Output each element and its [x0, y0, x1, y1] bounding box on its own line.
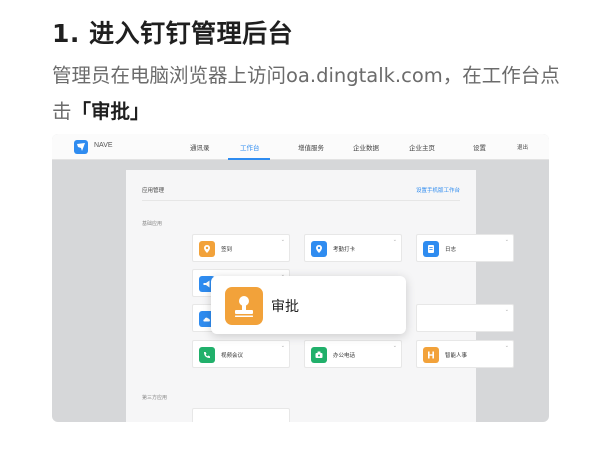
location-pin-icon	[311, 241, 327, 257]
section-third-party-apps: 第三方应用	[142, 395, 168, 401]
panel-title: 应用管理	[142, 188, 165, 194]
nav-enterprise-data[interactable]: 企业数据	[353, 142, 379, 152]
hr-icon	[423, 347, 439, 363]
app-card-label: 办公电话	[333, 353, 356, 359]
chevron-down-icon[interactable]: ⌄	[281, 237, 285, 243]
chevron-down-icon[interactable]: ⌄	[393, 237, 397, 243]
chevron-down-icon[interactable]: ⌄	[505, 343, 509, 349]
app-card-checkin[interactable]: 签到 ⌄	[192, 234, 290, 262]
app-card-attendance[interactable]: 考勤打卡 ⌄	[304, 234, 402, 262]
app-card-partial[interactable]: ⌄	[416, 304, 514, 332]
video-call-icon	[199, 347, 215, 363]
panel-divider	[142, 200, 460, 201]
nav-value-added[interactable]: 增值服务	[298, 142, 324, 152]
nav-enterprise-home[interactable]: 企业主页	[409, 142, 435, 152]
admin-top-nav: NAVE 通讯录 工作台 增值服务 企业数据 企业主页 设置 退出	[52, 134, 549, 160]
dingtalk-logo-icon	[74, 140, 88, 154]
chevron-down-icon[interactable]: ⌄	[505, 307, 509, 313]
nav-logout[interactable]: 退出	[517, 143, 528, 151]
approval-app-label: 审批	[271, 299, 299, 315]
app-card-label: 视频会议	[221, 353, 244, 359]
app-card-label: 签到	[221, 247, 233, 253]
app-card-log[interactable]: 日志 ⌄	[416, 234, 514, 262]
app-card-office-phone[interactable]: 办公电话 ⌄	[304, 340, 402, 368]
tutorial-step-description: 管理员在电脑浏览器上访问oa.dingtalk.com，在工作台点击「审批」	[52, 58, 572, 130]
nav-settings[interactable]: 设置	[473, 142, 486, 152]
mobile-workbench-settings-link[interactable]: 设置手机版工作台	[416, 186, 460, 194]
chevron-down-icon[interactable]: ⌄	[505, 237, 509, 243]
section-basic-apps: 基础应用	[142, 221, 163, 227]
location-pin-icon	[199, 241, 215, 257]
app-card-video-meeting[interactable]: 视频会议 ⌄	[192, 340, 290, 368]
approval-stamp-icon	[225, 287, 263, 325]
company-name: NAVE	[94, 142, 113, 149]
approval-app-popup[interactable]: 审批	[211, 276, 406, 334]
description-highlight: 「审批」	[71, 100, 150, 123]
chevron-down-icon[interactable]: ⌄	[393, 343, 397, 349]
nav-active-indicator	[228, 158, 270, 160]
tutorial-step-title: 1. 进入钉钉管理后台	[52, 19, 294, 48]
chevron-down-icon[interactable]: ⌄	[281, 343, 285, 349]
app-card-label: 日志	[445, 247, 457, 253]
nav-workbench[interactable]: 工作台	[240, 142, 260, 152]
app-card-label: 考勤打卡	[333, 247, 356, 253]
nav-contacts[interactable]: 通讯录	[190, 142, 210, 152]
log-book-icon	[423, 241, 439, 257]
app-card-label: 智能人事	[445, 353, 468, 359]
app-card-add-third-party[interactable]	[192, 408, 290, 422]
app-card-smart-hr[interactable]: 智能人事 ⌄	[416, 340, 514, 368]
phone-icon	[311, 347, 327, 363]
